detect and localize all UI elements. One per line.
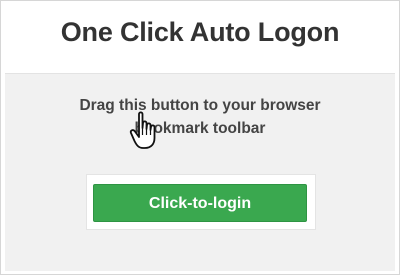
button-well: Click-to-login	[86, 174, 316, 230]
click-to-login-button[interactable]: Click-to-login	[93, 184, 307, 222]
instruction-line-1: Drag this button to your browser	[79, 97, 321, 114]
instruction-panel: Drag this button to your browser bookmar…	[5, 73, 395, 271]
hand-pointer-icon	[129, 111, 156, 149]
instruction-line-2: bookmark toolbar	[134, 120, 266, 137]
widget-frame: One Click Auto Logon Drag this button to…	[0, 0, 400, 275]
instruction-text: Drag this button to your browser bookmar…	[5, 94, 395, 140]
page-title: One Click Auto Logon	[60, 17, 340, 47]
